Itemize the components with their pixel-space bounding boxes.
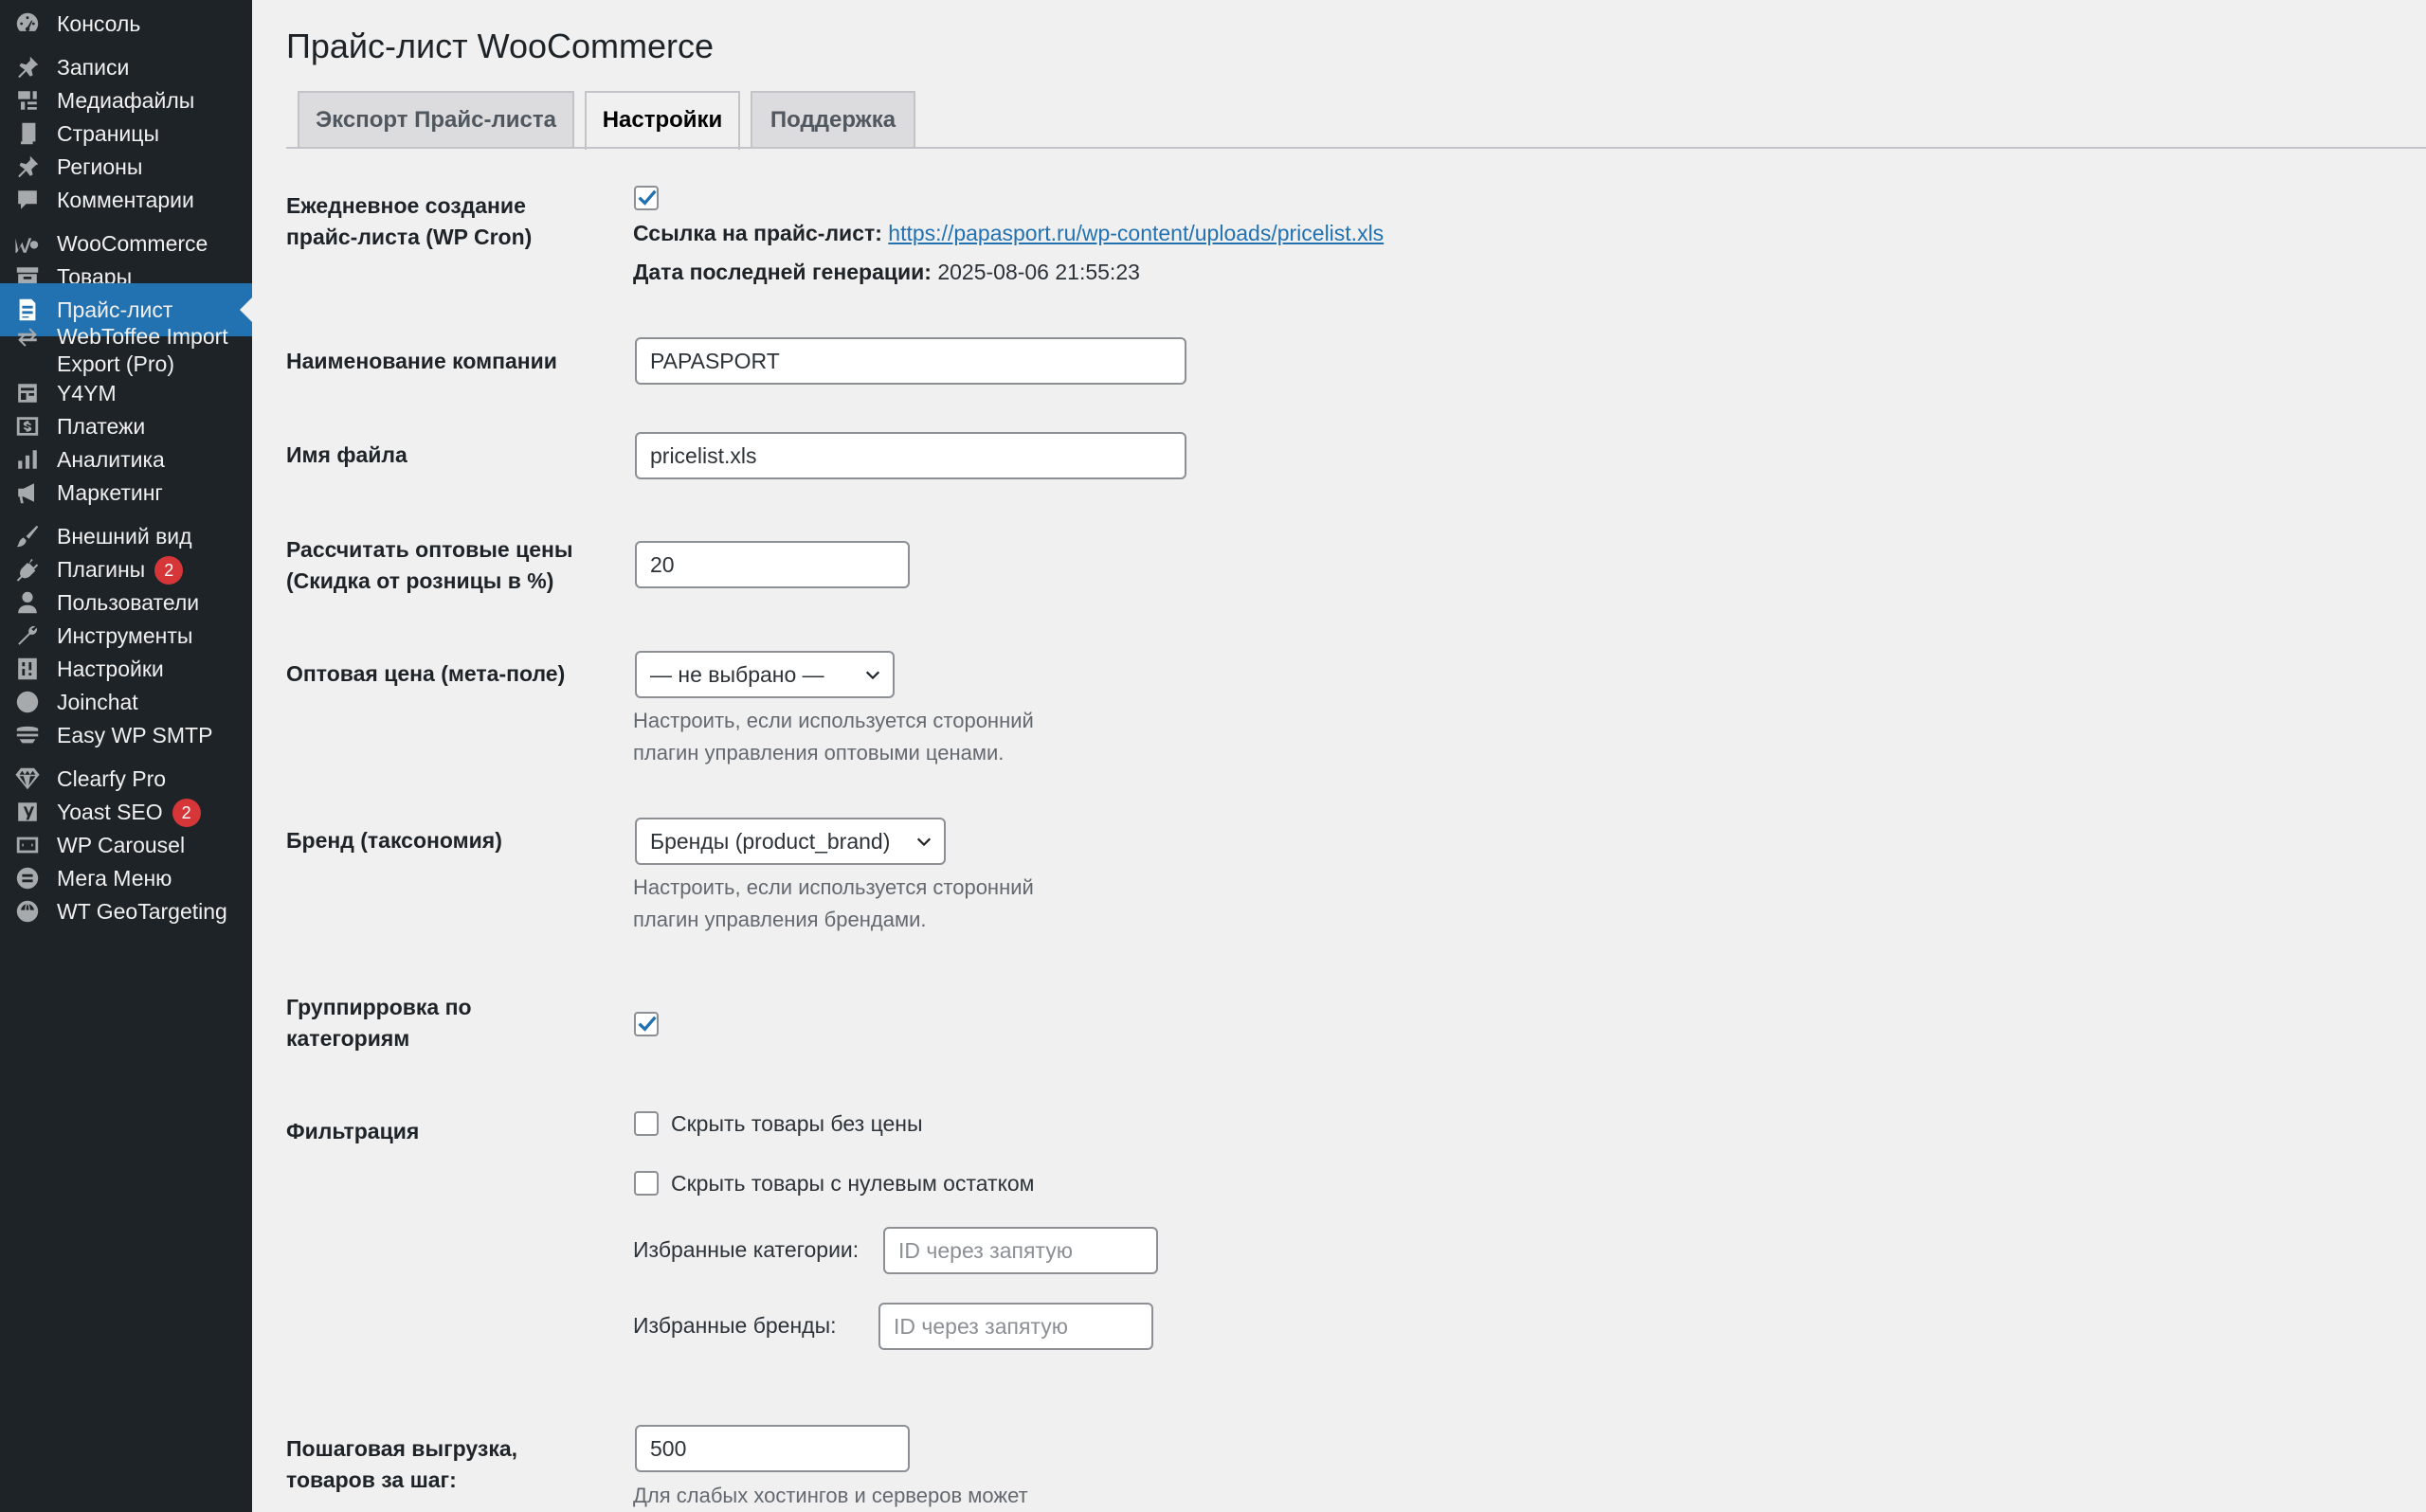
fav-categories-input[interactable]: ID через запятую xyxy=(883,1227,1158,1274)
main-content: Прайс-лист WooCommerce Экспорт Прайс-лис… xyxy=(252,0,2426,1512)
grouping-checkbox[interactable] xyxy=(634,1012,659,1036)
brand-description: Настроить, если используется сторонний пл… xyxy=(633,875,1034,931)
tab-support[interactable]: Поддержка xyxy=(751,91,915,148)
last-generation-row: Дата последней генерации: 2025-08-06 21:… xyxy=(633,260,1140,284)
sidebar-item-label: Easy WP SMTP xyxy=(57,722,213,747)
cron-checkbox[interactable] xyxy=(634,186,659,210)
fav-categories-label: Избранные категории: xyxy=(633,1237,860,1262)
hide-zero-stock-checkbox[interactable] xyxy=(634,1171,659,1196)
meta-label: Оптовая цена (мета-поле) xyxy=(286,661,566,686)
step-description: Для слабых хостингов и серверов может xyxy=(633,1484,1028,1507)
globe-icon xyxy=(13,897,42,926)
sidebar-item-label: Комментарии xyxy=(57,187,194,212)
filter-label: Фильтрация xyxy=(286,1119,420,1143)
dashboard-icon xyxy=(13,9,42,38)
chevron-down-icon xyxy=(865,671,880,680)
meta-select-value: — не выбрано — xyxy=(650,662,824,687)
sidebar-item[interactable]: WT GeoTargeting xyxy=(0,885,252,938)
tab-export[interactable]: Экспорт Прайс-листа xyxy=(298,91,574,148)
cron-label: Ежедневное создание прайс-листа (WP Cron) xyxy=(286,193,533,249)
sidebar-item-label: WT GeoTargeting xyxy=(57,898,227,924)
tab-settings[interactable]: Настройки xyxy=(585,91,740,150)
import-export-icon xyxy=(13,323,42,351)
comment-icon xyxy=(13,186,42,214)
fav-brands-label: Избранные бренды: xyxy=(633,1313,837,1338)
checkmark-icon xyxy=(638,1016,657,1032)
company-label: Наименование компании xyxy=(286,349,557,373)
fav-brands-input[interactable]: ID через запятую xyxy=(878,1303,1153,1350)
hide-no-price-checkbox[interactable] xyxy=(634,1111,659,1136)
last-generation-date: 2025-08-06 21:55:23 xyxy=(937,260,1140,284)
filename-input[interactable]: pricelist.xls xyxy=(635,432,1186,479)
sidebar-item-label: Маркетинг xyxy=(57,479,163,505)
wholesale-label: Рассчитать оптовые цены (Скидка от розниц… xyxy=(286,537,573,593)
mail-icon xyxy=(13,721,42,749)
admin-sidebar: Консоль Записи Медиафайлы Страницы Регионы Ко… xyxy=(0,0,252,1512)
meta-select[interactable]: — не выбрано — xyxy=(635,651,895,698)
wholesale-discount-input[interactable]: 20 xyxy=(635,541,910,588)
filename-label: Имя файла xyxy=(286,442,407,467)
step-label: Пошаговая выгрузка, товаров за шаг: xyxy=(286,1436,518,1492)
grouping-label: Группирровка по категориям xyxy=(286,995,472,1051)
chevron-down-icon xyxy=(916,837,932,847)
company-input[interactable]: PAPASPORT xyxy=(635,337,1186,385)
brand-select-value: Бренды (product_brand) xyxy=(650,829,891,854)
step-size-input[interactable]: 500 xyxy=(635,1425,910,1472)
sidebar-item-label: Консоль xyxy=(57,10,141,36)
brand-select[interactable]: Бренды (product_brand) xyxy=(635,818,946,865)
tabs-divider xyxy=(286,147,2426,149)
brand-label: Бренд (таксономия) xyxy=(286,828,502,853)
pricelist-link-row: Ссылка на прайс-лист: https://papasport.… xyxy=(633,221,1385,245)
checkmark-icon xyxy=(638,189,657,206)
hide-no-price-label: Скрыть товары без цены xyxy=(671,1111,923,1136)
meta-description: Настроить, если используется сторонний пл… xyxy=(633,709,1034,765)
hide-zero-stock-label: Скрыть товары с нулевым остатком xyxy=(671,1171,1035,1196)
pricelist-link[interactable]: https://papasport.ru/wp-content/uploads/… xyxy=(888,221,1384,245)
page-title: Прайс-лист WooCommerce xyxy=(286,27,715,65)
megaphone-icon xyxy=(13,478,42,507)
